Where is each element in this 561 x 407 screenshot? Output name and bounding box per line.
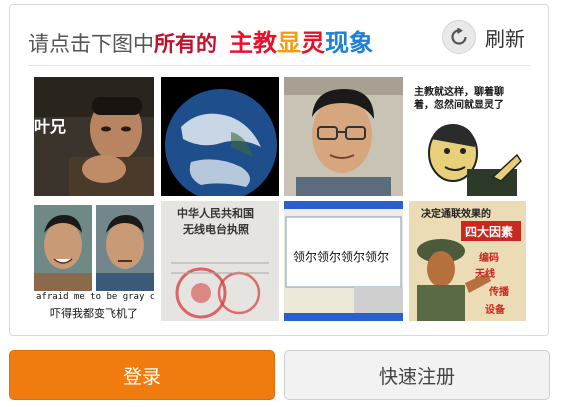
instruction-text: 请点击下图中 [28,32,154,56]
refresh-icon [442,20,476,54]
keyword-word-3: 显 [277,29,301,57]
quick-register-button[interactable]: 快速注册 [284,350,550,400]
captcha-tile-1[interactable]: 叶兄 [34,77,154,196]
tile-8-word-3: 传播 [489,287,509,298]
tile-1-caption: 叶兄 [34,117,67,136]
captcha-header: 请点击下图中所有的 主教显灵现象 刷新 [22,19,534,59]
tile-8-banner: 四大因素 [465,225,514,239]
login-button[interactable]: 登录 [9,350,275,400]
tile-5-caption-cn: 吓得我都变飞机了 [50,307,138,320]
tile-8-word-1: 编码 [479,253,499,264]
header-divider [28,65,530,66]
captcha-tile-8[interactable]: 决定通联效果的 四大因素 编码 天线 传播 设备 [409,201,526,321]
keyword-word-4: 灵 [301,29,325,57]
keyword-word-2: 教 [253,29,277,57]
captcha-tile-6[interactable]: 中华人民共和国 无线电台执照 [161,201,279,321]
captcha-tile-2[interactable] [161,77,279,196]
refresh-button[interactable]: 刷新 [442,19,525,55]
keyword-word-5: 现象 [325,29,373,57]
tile-6-title-line1: 中华人民共和国 [177,207,254,220]
tile-7-text: 领尔领尔领尔领尔 [293,250,390,264]
tile-8-word-4: 设备 [485,305,505,316]
tile-5-image [34,201,154,321]
instruction-keyword: 所有的 [154,32,217,56]
tile-6-title-line2: 无线电台执照 [183,223,249,236]
tile-5-caption-en: afraid me to be gray chick [36,292,154,302]
captcha-tile-5[interactable]: afraid me to be gray chick 吓得我都变飞机了 [34,201,154,321]
tile-4-caption-line2: 着，忽然间就显灵了 [414,100,504,111]
captcha-instruction: 请点击下图中所有的 主教显灵现象 [28,23,373,58]
tile-8-word-2: 天线 [475,269,495,280]
tile-8-title: 决定通联效果的 [421,209,491,220]
tile-2-image [161,77,279,196]
captcha-tile-3[interactable] [284,77,403,196]
tile-3-image [284,77,403,196]
keyword-word-1: 主 [229,29,253,57]
refresh-label: 刷新 [485,26,525,51]
captcha-tile-7[interactable]: 领尔领尔领尔领尔 [284,201,403,321]
captcha-tile-4[interactable]: 主教就这样，聊着聊 着，忽然间就显灵了 [409,77,526,196]
